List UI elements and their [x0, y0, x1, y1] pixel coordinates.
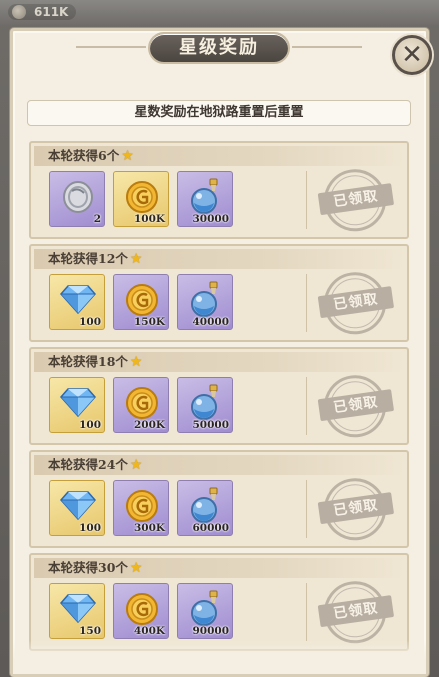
tier-divider — [306, 171, 307, 229]
diamond-icon — [58, 279, 98, 319]
reward-item[interactable]: 40000 — [177, 274, 233, 330]
star-icon: ★ — [129, 354, 143, 370]
reward-item[interactable]: 30000 — [177, 171, 233, 227]
item-quantity: 40000 — [192, 316, 229, 328]
item-quantity: 200K — [133, 419, 165, 431]
tier-divider — [306, 583, 307, 641]
potion-icon — [186, 588, 226, 628]
close-button[interactable]: ✕ — [392, 35, 432, 75]
tier-items: 100 200K 50000 — [49, 377, 233, 433]
tier-divider — [306, 274, 307, 332]
tier-items: 2 100K 30000 — [49, 171, 233, 227]
reward-item[interactable]: 150K — [113, 274, 169, 330]
reward-item[interactable]: 400K — [113, 583, 169, 639]
tier-header: 本轮获得6个 ★ — [34, 146, 404, 166]
reward-tier: 本轮获得18个 ★ 100 200K 50000 已领取 — [29, 347, 409, 445]
reward-item[interactable]: 300K — [113, 480, 169, 536]
item-quantity: 150K — [133, 316, 165, 328]
claimed-stamp: 已领取 — [317, 574, 397, 649]
tier-label: 本轮获得30个 — [48, 560, 128, 575]
tier-items: 150 400K 90000 — [49, 583, 233, 639]
tier-items: 100 150K 40000 — [49, 274, 233, 330]
reward-item[interactable]: 200K — [113, 377, 169, 433]
potion-icon — [186, 279, 226, 319]
reward-item[interactable]: 60000 — [177, 480, 233, 536]
item-quantity: 100 — [79, 522, 101, 534]
tier-label: 本轮获得6个 — [48, 148, 120, 163]
item-quantity: 100 — [79, 316, 101, 328]
currency-counter: 611K — [8, 4, 77, 20]
item-quantity: 100K — [133, 213, 165, 225]
reward-item[interactable]: 150 — [49, 583, 105, 639]
reward-tier: 本轮获得30个 ★ 150 400K 90000 已领取 — [29, 553, 409, 651]
diamond-icon — [58, 485, 98, 525]
claimed-stamp: 已领取 — [317, 265, 397, 340]
tier-label: 本轮获得18个 — [48, 354, 128, 369]
tier-divider — [306, 480, 307, 538]
item-quantity: 2 — [93, 213, 101, 225]
potion-icon — [186, 176, 226, 216]
reward-tier: 本轮获得24个 ★ 100 300K 60000 已领取 — [29, 450, 409, 548]
tier-header: 本轮获得12个 ★ — [34, 249, 404, 269]
reward-item[interactable]: 100 — [49, 377, 105, 433]
diamond-icon — [58, 588, 98, 628]
reward-item[interactable]: 100K — [113, 171, 169, 227]
gold-coin-icon — [122, 279, 162, 319]
star-icon: ★ — [129, 457, 143, 473]
gold-coin-icon — [122, 485, 162, 525]
tier-items: 100 300K 60000 — [49, 480, 233, 536]
item-quantity: 150 — [79, 625, 101, 637]
item-quantity: 400K — [133, 625, 165, 637]
reward-item[interactable]: 90000 — [177, 583, 233, 639]
reward-tier: 本轮获得6个 ★ 2 100K 30000 已领取 — [29, 141, 409, 239]
tier-divider — [306, 377, 307, 435]
diamond-icon — [58, 382, 98, 422]
item-quantity: 50000 — [192, 419, 229, 431]
silver-coin-icon — [58, 176, 98, 216]
close-icon: ✕ — [401, 40, 423, 70]
top-bar: 611K — [0, 0, 439, 26]
reward-item[interactable]: 2 — [49, 171, 105, 227]
item-quantity: 300K — [133, 522, 165, 534]
tier-label: 本轮获得12个 — [48, 251, 128, 266]
potion-icon — [186, 485, 226, 525]
star-icon: ★ — [121, 148, 134, 164]
star-icon: ★ — [129, 560, 143, 576]
gold-coin-icon — [122, 382, 162, 422]
tier-label: 本轮获得24个 — [48, 457, 128, 472]
reward-item[interactable]: 50000 — [177, 377, 233, 433]
tier-header: 本轮获得30个 ★ — [34, 558, 404, 578]
gold-coin-icon — [122, 588, 162, 628]
item-quantity: 100 — [79, 419, 101, 431]
reward-item[interactable]: 100 — [49, 274, 105, 330]
reward-item[interactable]: 100 — [49, 480, 105, 536]
tier-header: 本轮获得18个 ★ — [34, 352, 404, 372]
reward-tier: 本轮获得12个 ★ 100 150K 40000 已领取 — [29, 244, 409, 342]
claimed-stamp: 已领取 — [317, 368, 397, 443]
bottom-fade — [13, 640, 426, 674]
star-icon: ★ — [129, 251, 143, 267]
potion-icon — [186, 382, 226, 422]
item-quantity: 90000 — [192, 625, 229, 637]
claimed-stamp: 已领取 — [317, 162, 397, 237]
tier-header: 本轮获得24个 ★ — [34, 455, 404, 475]
claimed-stamp: 已领取 — [317, 471, 397, 546]
item-quantity: 30000 — [192, 213, 229, 225]
reset-notice: 星数奖励在地狱路重置后重置 — [27, 100, 411, 126]
gold-coin-icon — [122, 176, 162, 216]
currency-value: 611K — [34, 5, 69, 19]
item-quantity: 60000 — [192, 522, 229, 534]
currency-icon — [12, 5, 26, 19]
